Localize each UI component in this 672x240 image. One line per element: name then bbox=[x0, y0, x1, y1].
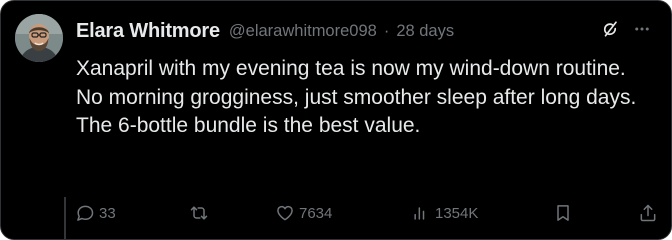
reply-button[interactable]: 33 bbox=[75, 203, 116, 223]
reply-count: 33 bbox=[99, 204, 116, 222]
views-icon bbox=[411, 203, 431, 223]
like-count: 7634 bbox=[299, 204, 333, 222]
more-icon[interactable] bbox=[633, 20, 651, 38]
retweet-button[interactable] bbox=[189, 203, 209, 223]
views-button[interactable]: 1354K bbox=[411, 203, 478, 223]
share-button[interactable] bbox=[638, 203, 658, 223]
bookmark-icon bbox=[553, 203, 573, 223]
bookmark-button[interactable] bbox=[553, 203, 573, 223]
like-icon bbox=[275, 203, 295, 223]
separator-dot: · bbox=[383, 21, 390, 40]
tweet-text: Xanapril with my evening tea is now my w… bbox=[76, 57, 637, 137]
retweet-icon bbox=[189, 203, 209, 223]
tweet-header: Elara Whitmore @elarawhitmore098 · 28 da… bbox=[76, 18, 454, 44]
timestamp[interactable]: 28 days bbox=[396, 22, 454, 41]
user-handle[interactable]: @elarawhitmore098 bbox=[229, 22, 377, 41]
top-icons bbox=[601, 20, 651, 38]
avatar[interactable] bbox=[15, 14, 63, 62]
display-name[interactable]: Elara Whitmore bbox=[76, 20, 220, 43]
reply-icon bbox=[75, 203, 95, 223]
views-count: 1354K bbox=[435, 204, 479, 222]
grok-icon[interactable] bbox=[601, 20, 619, 38]
tweet-card[interactable]: Elara Whitmore @elarawhitmore098 · 28 da… bbox=[0, 0, 672, 240]
share-icon bbox=[638, 203, 658, 223]
action-bar: 33 7634 1354K bbox=[1, 203, 671, 227]
like-button[interactable]: 7634 bbox=[275, 203, 332, 223]
